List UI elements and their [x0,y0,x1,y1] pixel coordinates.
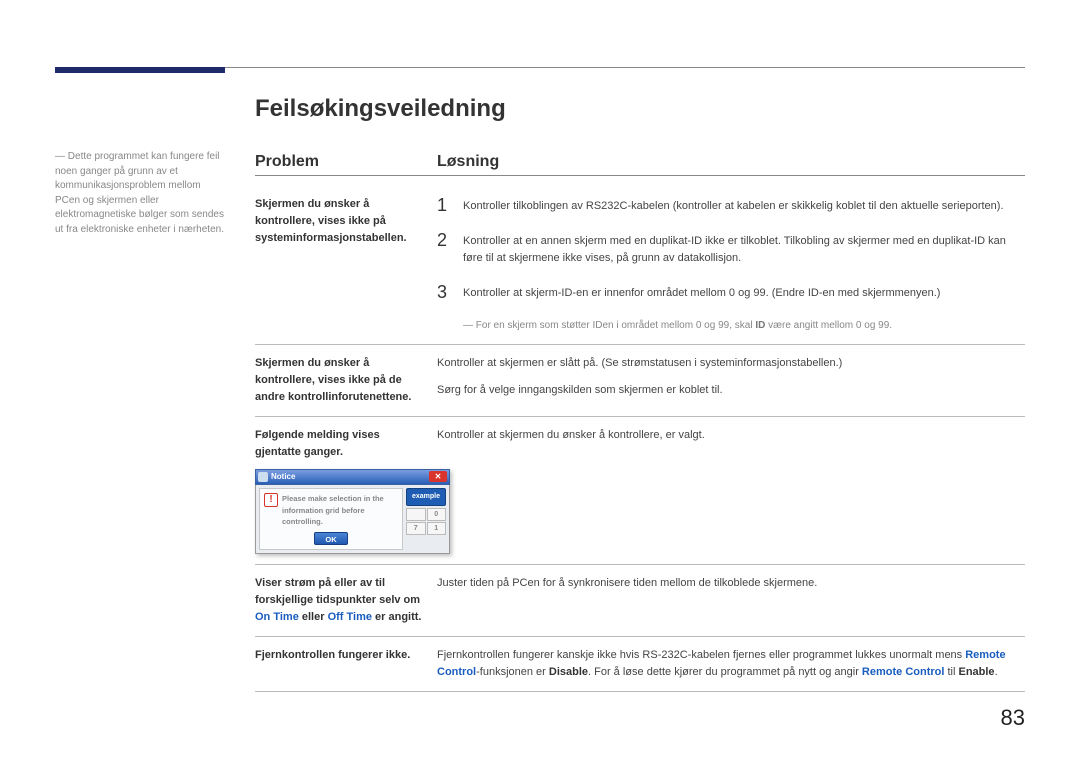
page-number: 83 [1001,705,1025,731]
solution-cell: Kontroller at skjermen er slått på. (Se … [437,355,1025,406]
header-solution: Løsning [437,153,499,171]
solution-text: Sørg for å velge inngangskilden som skje… [437,382,1025,399]
table-headers: Problem Løsning [255,153,1025,176]
solution-cell: Kontroller at skjermen du ønsker å kontr… [437,427,1025,554]
step-number: 2 [437,231,463,267]
accent-bar [55,67,225,73]
problem-cell: Fjernkontrollen fungerer ikke. [255,647,437,681]
side-note: Dette programmet kan fungere feil noen g… [55,150,225,237]
dialog-icon [258,472,268,482]
remote-control-link: Remote Control [862,666,945,678]
page-title: Feilsøkingsveiledning [255,95,1025,123]
step-number: 1 [437,196,463,215]
problem-cell: Skjermen du ønsker å kontrollere, vises … [255,355,437,406]
ok-button[interactable]: OK [314,532,348,545]
problem-cell: Skjermen du ønsker å kontrollere, vises … [255,196,437,334]
on-time-link: On Time [255,611,299,623]
main-content: Feilsøkingsveiledning Problem Løsning Sk… [255,95,1025,692]
off-time-link: Off Time [328,611,372,623]
solution-text: Juster tiden på PCen for å synkronisere … [437,575,1025,592]
table-row: Følgende melding vises gjentatte ganger.… [255,417,1025,565]
example-grid: 0 7 1 [406,508,446,535]
step-number: 3 [437,283,463,302]
step-text: Kontroller tilkoblingen av RS232C-kabele… [463,196,1025,215]
solution-text: Kontroller at skjermen er slått på. (Se … [437,355,1025,372]
dialog-title-text: Notice [271,471,295,483]
table-row: Skjermen du ønsker å kontrollere, vises … [255,345,1025,417]
example-badge: example [406,488,446,506]
table-row: Fjernkontrollen fungerer ikke. Fjernkont… [255,637,1025,692]
dialog-titlebar: Notice ✕ [255,469,450,485]
solution-text: Fjernkontrollen fungerer kanskje ikke hv… [437,647,1025,681]
step-text: Kontroller at en annen skjerm med en dup… [463,231,1025,267]
table-row: Skjermen du ønsker å kontrollere, vises … [255,186,1025,345]
dialog-example: Notice ✕ ! Please make selection in the … [255,469,450,554]
solution-cell: Fjernkontrollen fungerer kanskje ikke hv… [437,647,1025,681]
footnote: For en skjerm som støtter IDen i området… [463,318,1025,334]
solution-cell: Juster tiden på PCen for å synkronisere … [437,575,1025,626]
step-text: Kontroller at skjerm-ID-en er innenfor o… [463,283,1025,302]
problem-cell: Viser strøm på eller av til forskjellige… [255,575,437,626]
header-problem: Problem [255,153,437,171]
table-row: Viser strøm på eller av til forskjellige… [255,565,1025,637]
solution-cell: 1 Kontroller tilkoblingen av RS232C-kabe… [437,196,1025,334]
close-icon[interactable]: ✕ [429,471,447,482]
problem-cell: Følgende melding vises gjentatte ganger.… [255,427,437,554]
solution-text: Kontroller at skjermen du ønsker å kontr… [437,427,1025,444]
dialog-body: ! Please make selection in the informati… [255,485,450,554]
dialog-message: Please make selection in the information… [282,493,398,528]
warning-icon: ! [264,493,278,507]
